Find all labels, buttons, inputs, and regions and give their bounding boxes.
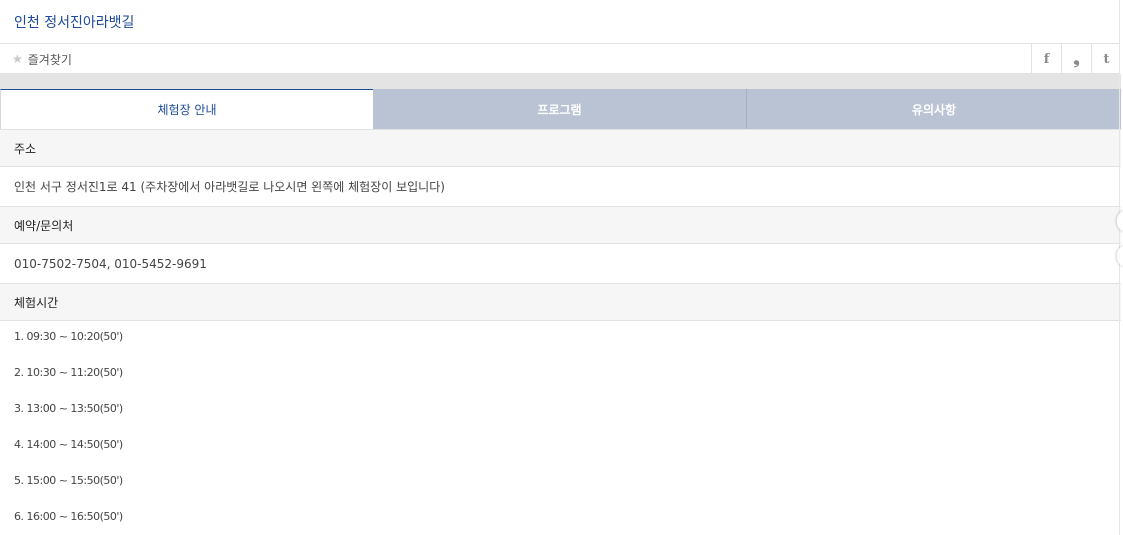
tumblr-icon: t [1103,51,1110,67]
reservation-heading: 예약/문의처 [0,206,1121,244]
section-divider [0,74,1121,89]
schedule-item: 4. 14:00 ~ 14:50(50') [14,438,123,451]
schedule-item: 5. 15:00 ~ 15:50(50') [14,474,123,487]
favorite-button[interactable]: ★ 즐겨찾기 [12,50,72,68]
facebook-icon: f [1043,51,1050,67]
schedule-item: 2. 10:30 ~ 11:20(50') [14,366,123,379]
address-heading: 주소 [0,129,1121,167]
title-bar: 인천 정서진아라뱃길 [0,0,1119,44]
address-value: 인천 서구 정서진1로 41 (주차장에서 아라뱃길로 나오시면 왼쪽에 체험장… [0,167,1121,205]
page-title: 인천 정서진아라뱃길 [14,15,135,31]
favorite-label: 즐겨찾기 [27,52,72,67]
schedule-item: 1. 09:30 ~ 10:20(50') [14,330,123,343]
star-icon: ★ [12,52,23,66]
tab-bar: 체험장 안내 프로그램 유의사항 [0,89,1121,129]
tab-program[interactable]: 프로그램 [373,89,747,129]
favorite-bar: ★ 즐겨찾기 f ❟ t [0,44,1119,74]
kakaostory-share-button[interactable]: ❟ [1061,44,1091,74]
reservation-value: 010-7502-7504, 010-5452-9691 [0,245,1121,283]
schedule-item: 3. 13:00 ~ 13:50(50') [14,402,123,415]
tumblr-share-button[interactable]: t [1091,44,1121,74]
tab-facility-info[interactable]: 체험장 안내 [0,89,373,129]
tab-precautions[interactable]: 유의사항 [747,89,1121,129]
hours-heading: 체험시간 [0,283,1121,321]
content-right-border [1119,0,1120,535]
schedule-item: 6. 16:00 ~ 16:50(50') [14,510,123,523]
facebook-share-button[interactable]: f [1031,44,1061,74]
kakaostory-icon: ❟ [1073,49,1080,68]
